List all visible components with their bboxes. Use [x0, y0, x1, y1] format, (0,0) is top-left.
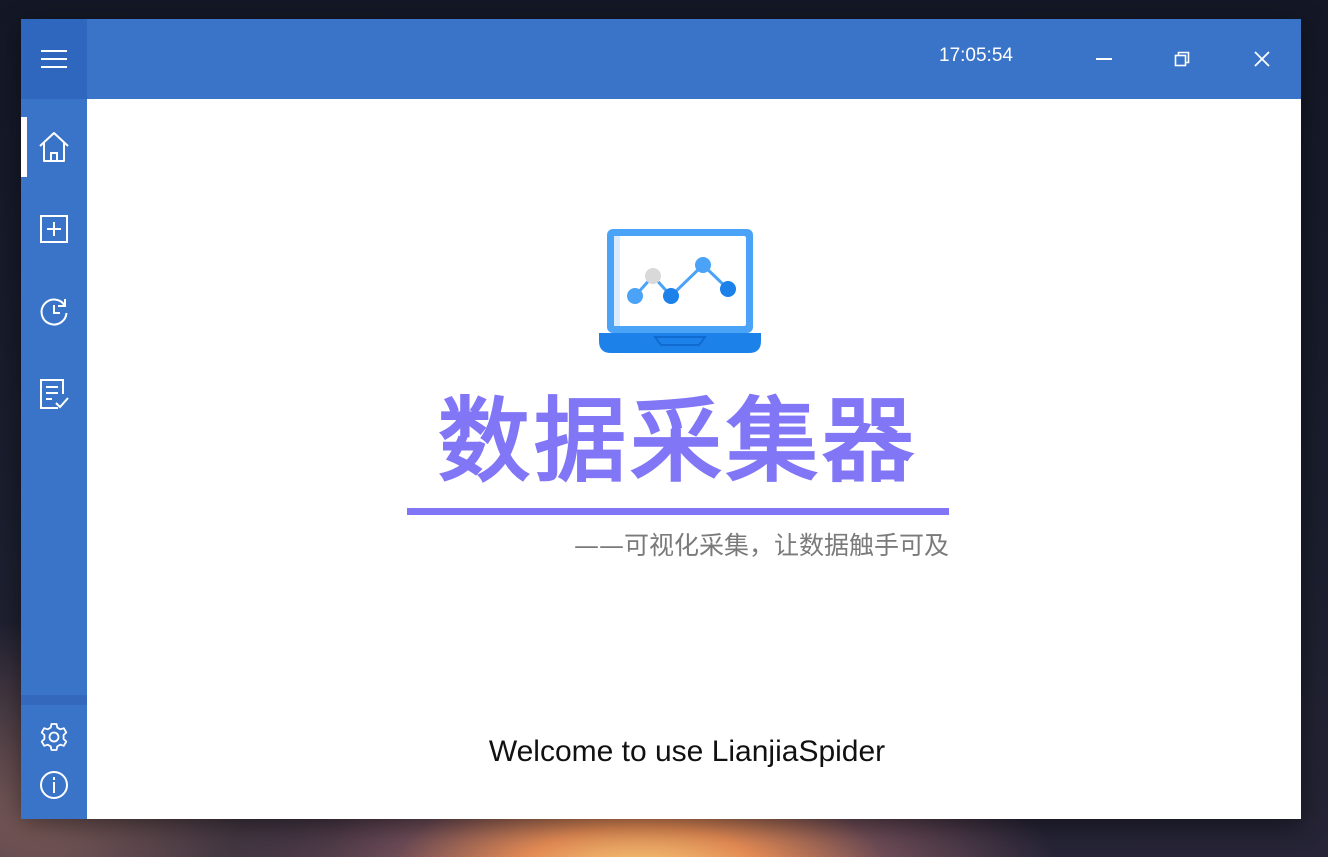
add-box-icon [40, 215, 68, 243]
hamburger-menu-icon [41, 50, 67, 68]
app-window: 17:05:54 数据采集器 ——可视化采集，让数据触手可及 Welcome t… [21, 19, 1301, 819]
checklist-document-icon [40, 379, 69, 409]
sidebar-divider [21, 695, 87, 705]
history-clock-icon [40, 298, 68, 326]
minimize-button[interactable] [1084, 39, 1124, 79]
close-button[interactable] [1242, 39, 1282, 79]
sidebar [21, 99, 87, 819]
minimize-icon [1096, 58, 1112, 60]
menu-button[interactable] [21, 19, 87, 99]
app-subtitle: ——可视化采集，让数据触手可及 [573, 531, 949, 560]
title-underline [407, 508, 949, 515]
restore-button[interactable] [1162, 39, 1202, 79]
sidebar-item-home[interactable] [21, 117, 87, 177]
sidebar-item-history[interactable] [21, 282, 87, 342]
main-content: 数据采集器 ——可视化采集，让数据触手可及 Welcome to use Lia… [87, 99, 1301, 819]
home-icon [39, 132, 69, 162]
restore-icon [1174, 51, 1190, 67]
info-icon [40, 771, 68, 799]
laptop-line-chart-icon [599, 229, 761, 353]
app-title: 数据采集器 [437, 388, 918, 495]
welcome-message: Welcome to use LianjiaSpider [488, 735, 886, 768]
close-icon [1254, 51, 1270, 67]
gear-icon [40, 723, 68, 751]
sidebar-item-tasks[interactable] [21, 364, 87, 424]
title-bar[interactable]: 17:05:54 [21, 19, 1301, 99]
sidebar-item-add[interactable] [21, 199, 87, 259]
clock: 17:05:54 [939, 45, 1013, 66]
about-button[interactable] [21, 755, 87, 815]
